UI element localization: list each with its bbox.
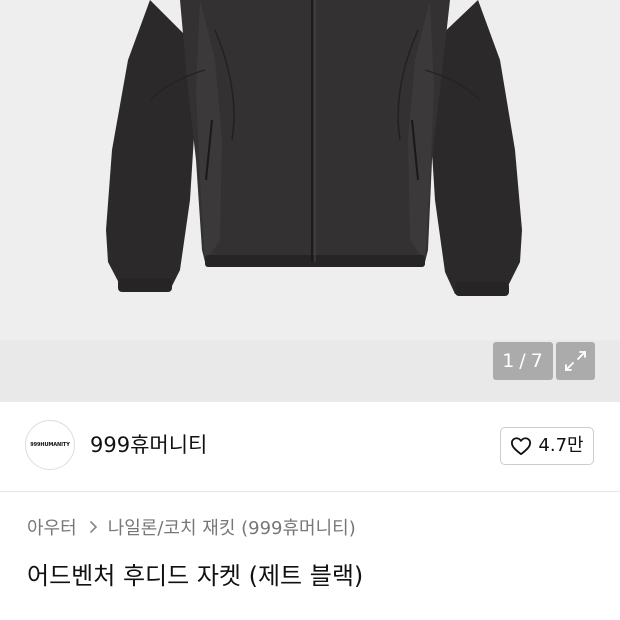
image-counter-separator: /	[519, 350, 527, 372]
image-counter: 1/7	[493, 342, 553, 380]
chevron-right-icon	[89, 516, 98, 542]
brand-name-link[interactable]: 999휴머니티	[90, 430, 207, 460]
product-title: 어드벤처 후디드 자켓 (제트 블랙)	[27, 562, 364, 590]
expand-icon	[565, 351, 586, 371]
breadcrumb-category[interactable]: 아우터	[27, 516, 77, 542]
product-detail-page: 1/7 999HUMANITY 999휴머니티 4.7만 아우터 나일론/코치 …	[0, 0, 620, 620]
brand-logo-text: 999HUMANITY	[30, 442, 70, 448]
brand-logo[interactable]: 999HUMANITY	[25, 420, 75, 470]
jacket-left-sleeve	[106, 0, 195, 290]
like-count: 4.7만	[538, 435, 584, 456]
category-breadcrumb: 아우터 나일론/코치 재킷 (999휴머니티)	[27, 516, 356, 542]
heart-outline-icon	[511, 437, 532, 456]
expand-image-button[interactable]	[556, 342, 595, 380]
product-image-gallery[interactable]: 1/7	[0, 0, 620, 402]
image-counter-current: 1	[502, 350, 516, 372]
image-counter-total: 7	[530, 350, 544, 372]
breadcrumb-subcategory[interactable]: 나일론/코치 재킷 (999휴머니티)	[108, 516, 356, 542]
like-button[interactable]: 4.7만	[500, 427, 594, 465]
brand-row: 999HUMANITY 999휴머니티 4.7만	[0, 402, 620, 492]
